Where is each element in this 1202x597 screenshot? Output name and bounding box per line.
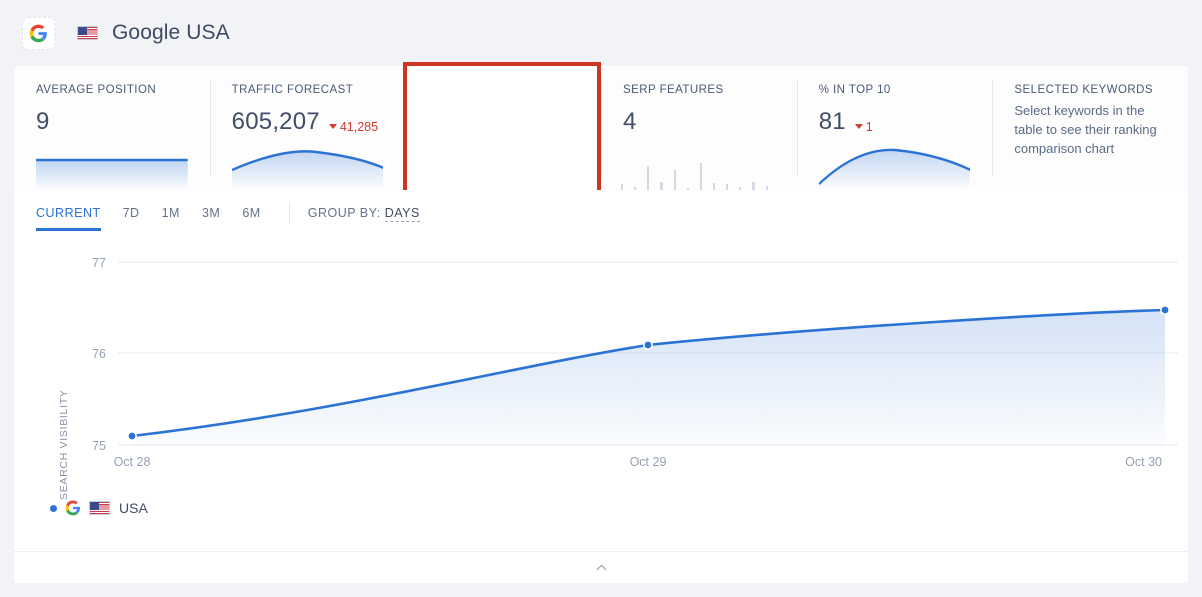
metric-delta: 41,285 xyxy=(328,119,379,134)
metric-delta: 1 xyxy=(854,119,873,134)
arrow-down-icon xyxy=(328,124,337,129)
chevron-up-icon xyxy=(596,564,606,571)
svg-text:76: 76 xyxy=(92,347,106,361)
toolbar-divider xyxy=(288,202,290,223)
highlight-backdrop xyxy=(407,66,597,190)
tab-6m[interactable]: 6M xyxy=(242,206,260,231)
legend-color-swatch xyxy=(50,504,57,512)
metric-card-average-position[interactable]: AVERAGE POSITION 9 xyxy=(14,66,210,190)
sparkline-traffic-forecast xyxy=(231,144,384,190)
tab-current[interactable]: CURRENT xyxy=(36,206,101,231)
metric-value: 81 xyxy=(818,108,846,135)
svg-text:77: 77 xyxy=(92,256,106,270)
us-flag-icon xyxy=(77,26,98,40)
tab-7d[interactable]: 7D xyxy=(123,206,140,231)
metric-delta-value: 1 xyxy=(865,119,873,134)
metric-label: TRAFFIC FORECAST xyxy=(231,84,354,96)
dashboard-page: Google USA AVERAGE POSITION 9 TRAFFIC FO… xyxy=(0,0,1202,597)
metric-value: 9 xyxy=(36,108,50,135)
metric-card-serp-features[interactable]: SERP FEATURES 4 xyxy=(601,66,797,190)
arrow-down-icon xyxy=(854,124,863,129)
tab-1m[interactable]: 1M xyxy=(162,206,180,231)
metric-label: SELECTED KEYWORDS xyxy=(1014,84,1154,96)
search-visibility-chart: 77 76 75 Oct 28 Oct 29 Oct 30 xyxy=(14,248,1188,478)
sparkline-average-position xyxy=(36,144,188,190)
metric-label: % IN TOP 10 xyxy=(818,84,891,96)
collapse-panel-button[interactable] xyxy=(14,551,1188,583)
metric-value: 605,207 xyxy=(231,108,320,135)
sparkline-percent-in-top-10 xyxy=(818,144,971,190)
page-header: Google USA xyxy=(0,0,1202,66)
us-flag-icon xyxy=(89,501,110,515)
metric-value: 4 xyxy=(623,108,637,135)
chart-panel: CURRENT 7D 1M 3M 6M GROUP BY: DAYS 77 76… xyxy=(14,190,1188,583)
svg-text:75: 75 xyxy=(92,439,106,453)
legend-label: USA xyxy=(119,500,148,516)
sparkbars-serp-features xyxy=(621,144,779,190)
metric-label: SERP FEATURES xyxy=(623,84,724,96)
group-by-value[interactable]: DAYS xyxy=(384,205,420,222)
chart-legend[interactable]: USA xyxy=(50,500,148,516)
group-by-label: GROUP BY: xyxy=(307,205,381,220)
period-tabs: CURRENT 7D 1M 3M 6M GROUP BY: DAYS xyxy=(36,202,420,233)
google-g-icon xyxy=(65,500,81,516)
svg-text:Oct 30: Oct 30 xyxy=(1125,455,1162,469)
group-by-control: GROUP BY: DAYS xyxy=(307,205,420,231)
page-title: Google USA xyxy=(112,21,230,44)
svg-text:Oct 29: Oct 29 xyxy=(630,455,667,469)
y-axis-title: SEARCH VISIBILITY xyxy=(58,389,70,500)
metric-card-traffic-forecast[interactable]: TRAFFIC FORECAST 605,207 41,285 xyxy=(209,66,406,190)
selected-keywords-note: Select keywords in the table to see thei… xyxy=(1014,103,1157,156)
metric-label: AVERAGE POSITION xyxy=(36,84,157,96)
metric-strip: AVERAGE POSITION 9 TRAFFIC FORECAST 605,… xyxy=(14,66,1188,190)
metric-card-selected-keywords: SELECTED KEYWORDS Select keywords in the… xyxy=(992,66,1188,190)
metric-delta-value: 41,285 xyxy=(339,119,379,134)
metric-card-percent-in-top-10[interactable]: % IN TOP 10 81 1 xyxy=(796,66,993,190)
tab-3m[interactable]: 3M xyxy=(202,206,220,231)
google-g-icon xyxy=(22,16,55,50)
svg-text:Oct 28: Oct 28 xyxy=(114,455,151,469)
